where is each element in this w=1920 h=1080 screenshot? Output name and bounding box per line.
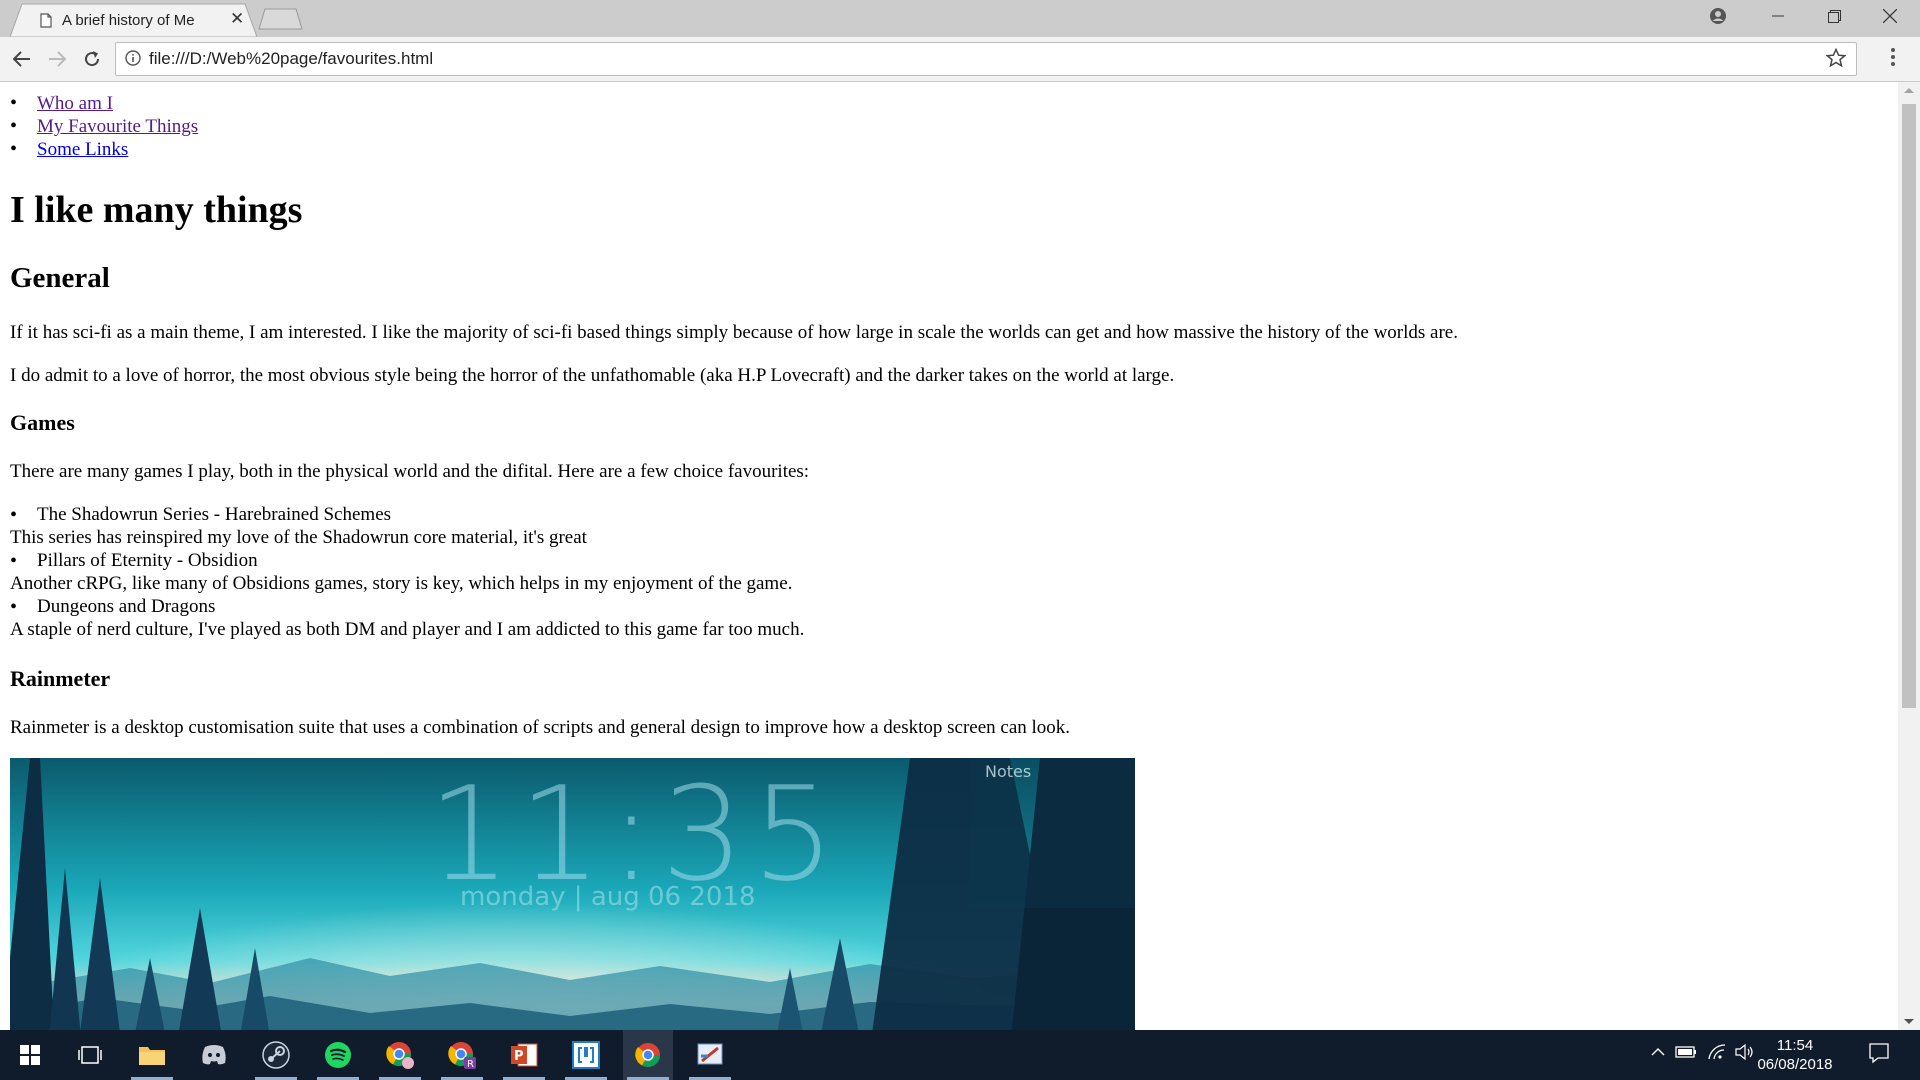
tab-close-icon[interactable]: ✕ [230, 10, 244, 28]
rainmeter-notes-label: Notes [985, 762, 1032, 781]
chrome-profile-icon [386, 1042, 414, 1069]
taskbar-spotify[interactable] [313, 1030, 363, 1080]
taskbar-powerpoint[interactable]: P [499, 1030, 549, 1080]
scroll-down-arrow-icon[interactable] [1904, 1019, 1914, 1024]
page-title: I like many things [10, 189, 303, 231]
start-button[interactable] [5, 1030, 55, 1080]
game-description: A staple of nerd culture, I've played as… [10, 619, 805, 640]
taskbar-chrome-profile-r[interactable]: R [437, 1030, 487, 1080]
nav-item-favourite-things: My Favourite Things [10, 115, 198, 138]
list-bullet: • [10, 550, 18, 572]
nav-link-some-links[interactable]: Some Links [37, 139, 128, 160]
address-bar[interactable]: file:///D:/Web%20page/favourites.html [115, 42, 1857, 76]
taskbar-brackets[interactable] [561, 1030, 611, 1080]
brackets-icon [572, 1041, 600, 1069]
windows-logo-icon [20, 1045, 40, 1065]
svg-text:R: R [467, 1059, 474, 1070]
game-title: Pillars of Eternity - Obsidion [37, 550, 258, 571]
browser-titlebar: A brief history of Me ✕ [0, 0, 1920, 37]
notification-center-icon[interactable] [1868, 1042, 1890, 1069]
nav-link-favourite-things[interactable]: My Favourite Things [37, 116, 198, 137]
close-window-button[interactable] [1862, 0, 1918, 32]
profile-icon[interactable] [1690, 0, 1746, 32]
minimize-button[interactable] [1750, 0, 1806, 32]
task-view-icon [78, 1046, 102, 1064]
game-description: This series has reinspired my love of th… [10, 527, 587, 548]
back-button[interactable] [9, 46, 35, 72]
spotify-icon [325, 1042, 351, 1068]
scroll-up-arrow-icon[interactable] [1904, 88, 1914, 93]
chrome-icon [635, 1043, 660, 1068]
nav-item-some-links: Some Links [10, 138, 198, 161]
new-tab-button[interactable] [258, 8, 304, 35]
rainmeter-clock-date: monday | aug 06 2018 [460, 882, 756, 912]
nav-item-who-am-i: Who am I [10, 92, 198, 115]
tab-active[interactable]: A brief history of Me ✕ [10, 3, 258, 37]
svg-text:P: P [514, 1049, 524, 1064]
general-heading: General [10, 262, 110, 294]
general-paragraph-2: I do admit to a love of horror, the most… [10, 365, 1175, 386]
bookmark-star-icon[interactable] [1825, 47, 1847, 73]
game-title: Dungeons and Dragons [37, 596, 216, 617]
page-viewport: Who am I My Favourite Things Some Links … [0, 82, 1898, 1030]
game-description: Another cRPG, like many of Obsidions gam… [10, 573, 793, 594]
forward-arrow-icon [49, 51, 66, 67]
restore-button[interactable] [1806, 0, 1862, 32]
taskbar-chrome-profile[interactable] [375, 1030, 425, 1080]
scrollbar-thumb[interactable] [1902, 104, 1916, 708]
reload-icon [85, 51, 100, 67]
reload-button[interactable] [79, 46, 105, 72]
paint-icon [697, 1043, 723, 1065]
info-icon[interactable] [125, 50, 141, 71]
list-bullet: • [10, 504, 18, 526]
game-title: The Shadowrun Series - Harebrained Schem… [37, 504, 392, 525]
wifi-icon[interactable] [1707, 1044, 1727, 1065]
battery-icon[interactable] [1675, 1044, 1697, 1065]
clock-time: 11:54 [1776, 1037, 1814, 1054]
system-clock[interactable]: 11:54 06/08/2018 [1745, 1036, 1845, 1074]
discord-icon [202, 1045, 226, 1065]
clock-date: 06/08/2018 [1757, 1056, 1833, 1073]
list-bullet: • [10, 596, 18, 618]
taskbar-paint[interactable] [685, 1030, 735, 1080]
steam-icon [262, 1041, 290, 1069]
task-view-button[interactable] [65, 1030, 115, 1080]
browser-toolbar: file:///D:/Web%20page/favourites.html [0, 37, 1920, 82]
taskbar-chrome[interactable] [623, 1030, 673, 1080]
page-nav: Who am I My Favourite Things Some Links [10, 92, 198, 161]
page-scrollbar[interactable] [1898, 82, 1920, 1030]
forward-button[interactable] [44, 46, 70, 72]
rainmeter-screenshot-image: 11:35 monday | aug 06 2018 Notes [10, 758, 1135, 1030]
back-arrow-icon [13, 51, 30, 67]
taskbar-file-explorer[interactable] [127, 1030, 177, 1080]
nav-link-who-am-i[interactable]: Who am I [37, 93, 113, 114]
rainmeter-paragraph: Rainmeter is a desktop customisation sui… [10, 717, 1071, 738]
url-text[interactable]: file:///D:/Web%20page/favourites.html [149, 49, 433, 69]
taskbar-discord[interactable] [189, 1030, 239, 1080]
general-paragraph-1: If it has sci-fi as a main theme, I am i… [10, 322, 1458, 343]
rainmeter-heading: Rainmeter [10, 666, 111, 691]
tab-title: A brief history of Me [62, 12, 195, 29]
browser-menu-icon[interactable] [1890, 46, 1896, 73]
games-heading: Games [10, 410, 75, 435]
taskbar-steam[interactable] [251, 1030, 301, 1080]
folder-icon [139, 1047, 165, 1065]
games-intro: There are many games I play, both in the… [10, 461, 810, 482]
windows-taskbar: R P 11:54 06/08/2018 [0, 1030, 1920, 1080]
tray-chevron-up-icon[interactable] [1650, 1044, 1666, 1065]
chrome-r-profile-icon: R [448, 1042, 476, 1070]
powerpoint-icon: P [511, 1043, 538, 1067]
